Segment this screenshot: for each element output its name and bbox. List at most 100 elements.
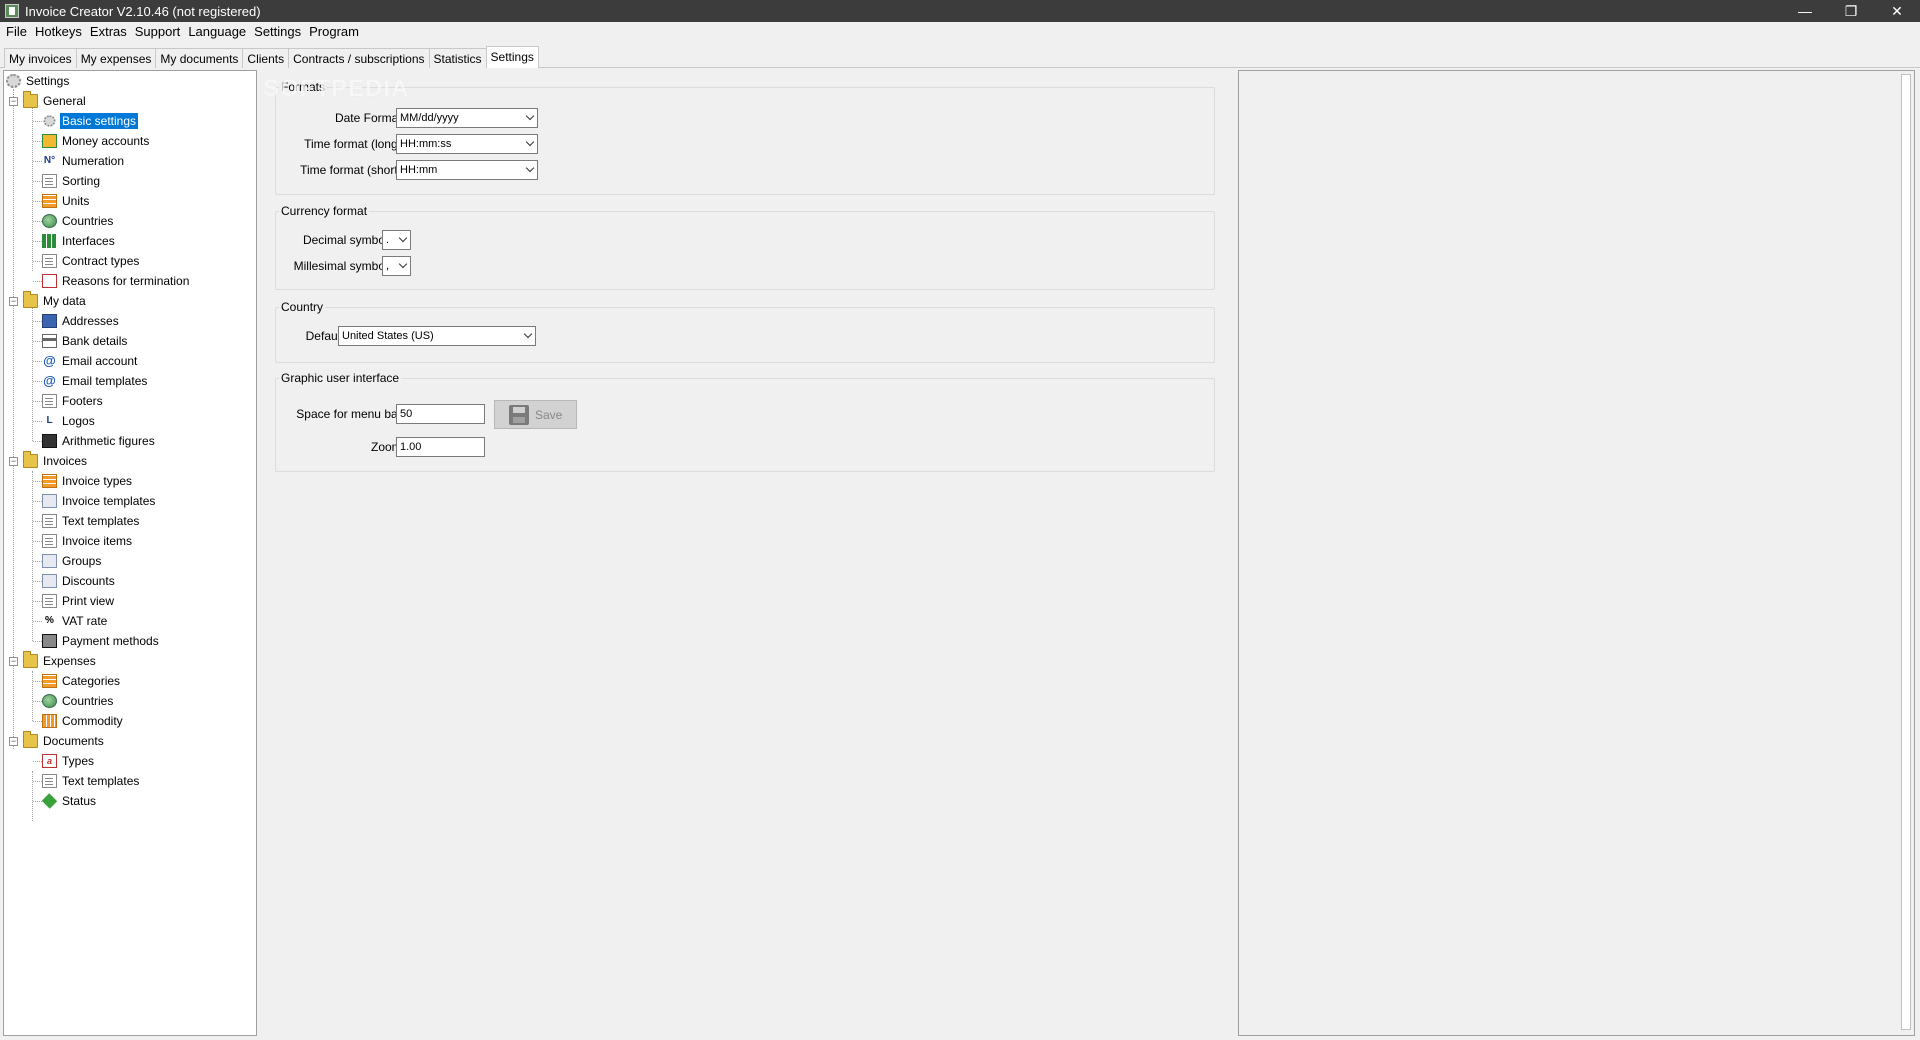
money-icon xyxy=(42,134,57,148)
time-short-select[interactable]: HH:mm xyxy=(396,160,538,180)
tree-item-status[interactable]: Status xyxy=(41,792,98,810)
settings-icon xyxy=(43,115,56,127)
tab-clients[interactable]: Clients xyxy=(242,48,290,68)
collapse-icon[interactable]: − xyxy=(9,97,18,106)
tree-item-invoice-types[interactable]: Invoice types xyxy=(42,472,134,490)
app-icon xyxy=(5,4,19,18)
floppy-disk-icon xyxy=(509,404,529,425)
tree-item-print-view[interactable]: Print view xyxy=(42,592,116,610)
tree-item-doc-text-templates[interactable]: Text templates xyxy=(42,772,141,790)
settings-tree[interactable]: Settings − General Basic settings Money … xyxy=(3,70,257,1036)
window-title: Invoice Creator V2.10.46 (not registered… xyxy=(25,3,261,19)
menu-support[interactable]: Support xyxy=(131,22,185,42)
tree-item-money-accounts[interactable]: Money accounts xyxy=(42,132,151,150)
date-format-select[interactable]: MM/dd/yyyy xyxy=(396,108,538,128)
tree-item-footers[interactable]: Footers xyxy=(42,392,105,410)
tree-item-email-templates[interactable]: @ Email templates xyxy=(42,372,149,390)
tab-my-expenses[interactable]: My expenses xyxy=(75,48,157,68)
invoice-types-icon xyxy=(42,474,57,488)
save-button[interactable]: Save xyxy=(494,400,577,429)
chevron-down-icon xyxy=(525,137,535,147)
vertical-scrollbar[interactable] xyxy=(1901,74,1911,1030)
tab-my-invoices[interactable]: My invoices xyxy=(4,48,77,68)
tree-item-countries[interactable]: Countries xyxy=(42,212,115,230)
time-long-value: HH:mm:ss xyxy=(400,138,452,150)
menu-language[interactable]: Language xyxy=(184,22,250,42)
gear-icon xyxy=(6,74,21,88)
tree-root[interactable]: Settings xyxy=(6,72,71,90)
tree-item-doc-types[interactable]: a Types xyxy=(42,752,96,770)
tree-item-addresses[interactable]: Addresses xyxy=(42,312,121,330)
tree-group-expenses[interactable]: Expenses xyxy=(23,651,98,670)
tree-group-documents[interactable]: Documents xyxy=(23,731,106,750)
tree-item-basic-settings[interactable]: Basic settings xyxy=(42,112,139,130)
menu-hotkeys[interactable]: Hotkeys xyxy=(31,22,86,42)
minimize-button[interactable]: — xyxy=(1782,0,1828,22)
menu-program[interactable]: Program xyxy=(305,22,363,42)
units-icon xyxy=(42,194,57,208)
menu-settings[interactable]: Settings xyxy=(250,22,305,42)
text-template-icon xyxy=(42,774,57,788)
zoom-input[interactable]: 1.00 xyxy=(396,437,485,457)
tree-item-numeration[interactable]: N° Numeration xyxy=(42,152,126,170)
decimal-select[interactable]: . xyxy=(382,230,411,250)
tree-item-arithmetic-figures[interactable]: Arithmetic figures xyxy=(42,432,157,450)
menu-extras[interactable]: Extras xyxy=(86,22,131,42)
monitor-icon xyxy=(42,434,57,448)
tree-item-commodity[interactable]: Commodity xyxy=(42,712,125,730)
tree-item-payment-methods[interactable]: Payment methods xyxy=(42,632,161,650)
softpedia-watermark: SOFTPEDIA xyxy=(263,75,410,102)
tree-item-units[interactable]: Units xyxy=(42,192,91,210)
logo-icon: L xyxy=(46,415,53,426)
tab-my-documents[interactable]: My documents xyxy=(155,48,244,68)
menu-space-input[interactable]: 50 xyxy=(396,404,485,424)
collapse-icon[interactable]: − xyxy=(9,457,18,466)
tree-line xyxy=(32,101,33,271)
tree-group-invoices[interactable]: Invoices xyxy=(23,451,89,470)
doc-type-icon: a xyxy=(42,754,57,768)
folder-icon xyxy=(23,731,38,748)
tree-item-interfaces[interactable]: Interfaces xyxy=(42,232,117,250)
tree-item-vat-rate[interactable]: % VAT rate xyxy=(42,612,109,630)
tab-contracts[interactable]: Contracts / subscriptions xyxy=(288,48,430,68)
tree-item-logos[interactable]: L Logos xyxy=(42,412,97,430)
tree-item-bank-details[interactable]: Bank details xyxy=(42,332,129,350)
address-book-icon xyxy=(42,314,57,328)
grid-icon xyxy=(42,234,57,248)
collapse-icon[interactable]: − xyxy=(9,737,18,746)
tab-statistics[interactable]: Statistics xyxy=(428,48,487,68)
tree-group-my-data[interactable]: My data xyxy=(23,291,88,310)
tree-group-general[interactable]: General xyxy=(23,91,88,110)
tree-item-invoice-items[interactable]: Invoice items xyxy=(42,532,134,550)
tree-line xyxy=(13,89,14,749)
time-long-select[interactable]: HH:mm:ss xyxy=(396,134,538,154)
decimal-label: Decimal symbol: xyxy=(302,233,391,247)
tree-item-groups[interactable]: Groups xyxy=(42,552,103,570)
collapse-icon[interactable]: − xyxy=(9,297,18,306)
tree-item-expense-countries[interactable]: Countries xyxy=(42,692,115,710)
date-format-value: MM/dd/yyyy xyxy=(400,112,459,124)
tree-item-invoice-templates[interactable]: Invoice templates xyxy=(42,492,157,510)
close-button[interactable]: ✕ xyxy=(1874,0,1920,22)
millesimal-select[interactable]: , xyxy=(382,256,411,276)
tree-item-reasons-termination[interactable]: Reasons for termination xyxy=(42,272,191,290)
tab-bar: My invoices My expenses My documents Cli… xyxy=(4,46,539,68)
date-format-label: Date Format: xyxy=(334,111,405,125)
collapse-icon[interactable]: − xyxy=(9,657,18,666)
tree-item-contract-types[interactable]: Contract types xyxy=(42,252,141,270)
invoice-items-icon xyxy=(42,534,57,548)
tab-settings[interactable]: Settings xyxy=(485,46,539,68)
tree-item-sorting[interactable]: Sorting xyxy=(42,172,102,190)
default-country-select[interactable]: United States (US) xyxy=(338,326,536,346)
tree-item-discounts[interactable]: Discounts xyxy=(42,572,117,590)
tree-item-email-account[interactable]: @ Email account xyxy=(42,352,139,370)
millesimal-value: , xyxy=(386,260,390,272)
menu-file[interactable]: File xyxy=(2,22,31,42)
tree-item-categories[interactable]: Categories xyxy=(42,672,122,690)
print-view-icon xyxy=(42,594,57,608)
folder-icon xyxy=(23,451,38,468)
restore-button[interactable]: ❐ xyxy=(1828,0,1874,22)
commodity-icon xyxy=(42,714,57,728)
email-icon: @ xyxy=(43,353,56,368)
tree-item-text-templates[interactable]: Text templates xyxy=(42,512,141,530)
